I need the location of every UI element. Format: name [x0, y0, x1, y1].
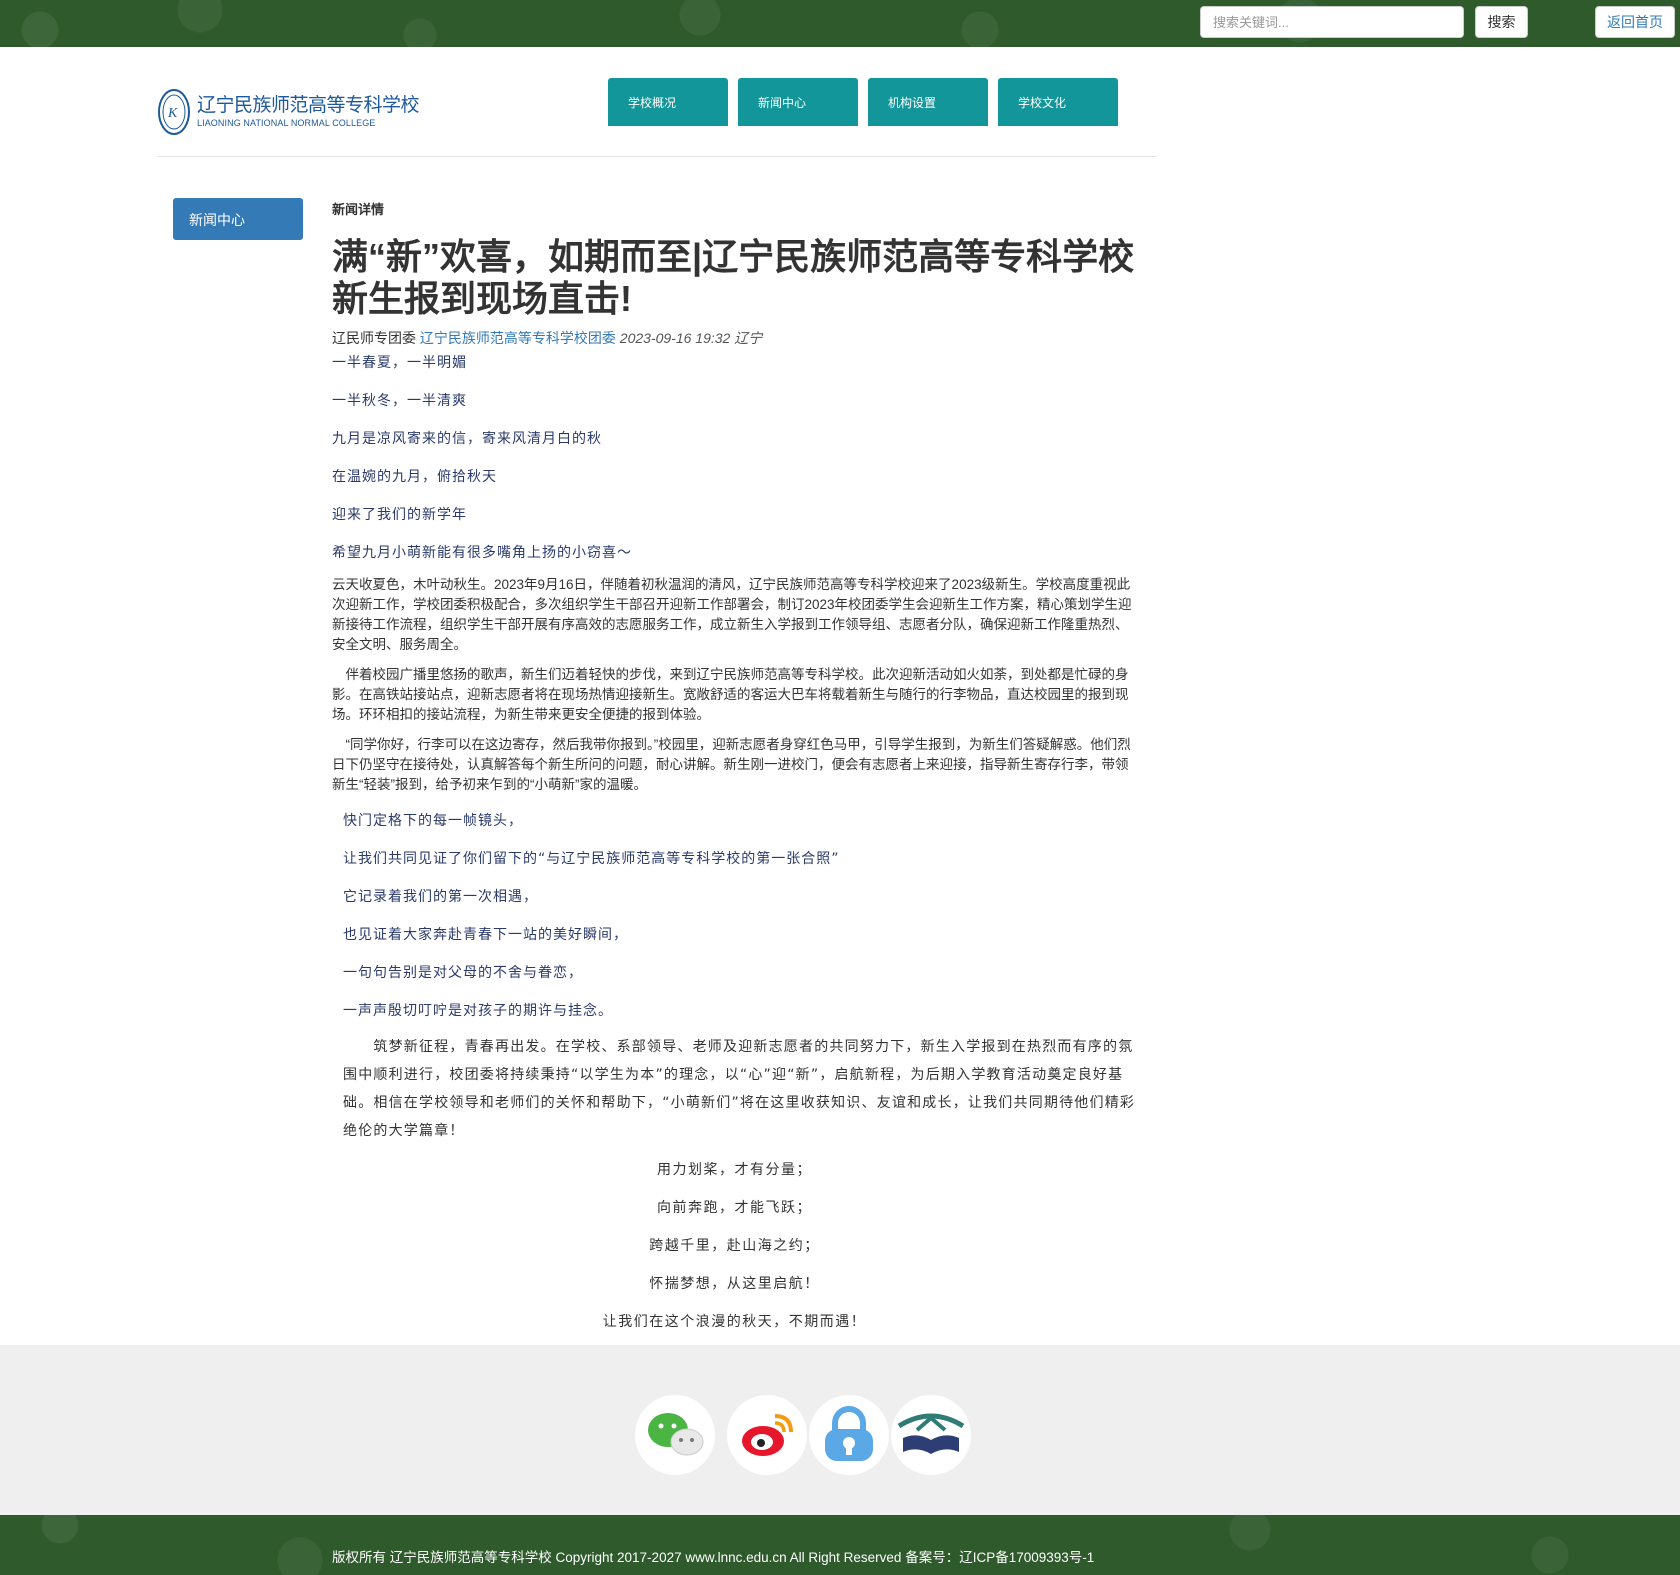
logo-english-name: LIAONING NATIONAL NORMAL COLLEGE	[197, 118, 376, 128]
article-meta: 辽民师专团委 辽宁民族师范高等专科学校团委 2023-09-16 19:32 辽…	[332, 328, 762, 348]
article-title: 满“新”欢喜，如期而至|辽宁民族师范高等专科学校新生报到现场直击!	[332, 236, 1135, 319]
top-bar: 搜索 返回首页	[0, 0, 1680, 47]
weibo-icon[interactable]	[727, 1395, 807, 1475]
quote-line: 一声声殷切叮咛是对孩子的期许与挂念。	[343, 1003, 613, 1019]
meta-source-link[interactable]: 辽宁民族师范高等专科学校团委	[420, 330, 616, 346]
quote-line: 一句句告别是对父母的不舍与眷恋，	[343, 965, 583, 981]
nav-item-news-center[interactable]: 新闻中心	[738, 78, 858, 126]
school-emblem-icon: K	[158, 89, 190, 135]
search-button[interactable]: 搜索	[1475, 6, 1528, 38]
nav-item-organization[interactable]: 机构设置	[868, 78, 988, 126]
closing-line: 怀揣梦想，从这里启航！	[649, 1276, 820, 1292]
intro-line: 九月是凉风寄来的信，寄来风清月白的秋	[332, 431, 602, 447]
sidebar-item-news-center[interactable]: 新闻中心	[173, 198, 303, 240]
intro-line: 一半春夏，一半明媚	[332, 355, 467, 371]
meta-time: 2023-09-16 19:32 辽宁	[619, 330, 763, 346]
footer-bar	[0, 1515, 1680, 1575]
closing-paragraph: 筑梦新征程，青春再出发。在学校、系部领导、老师及迎新志愿者的共同努力下，新生入学…	[343, 1039, 1136, 1139]
quote-line: 它记录着我们的第一次相遇，	[343, 889, 538, 905]
copyright-text: 版权所有 辽宁民族师范高等专科学校 Copyright 2017-2027 ww…	[332, 1550, 1095, 1565]
closing-line: 跨越千里，赴山海之约；	[649, 1238, 820, 1254]
lock-icon[interactable]	[809, 1395, 889, 1475]
book-icon[interactable]	[891, 1395, 971, 1475]
nav-item-school-culture[interactable]: 学校文化	[998, 78, 1118, 126]
main-nav: 学校概况 新闻中心 机构设置 学校文化	[608, 78, 1118, 126]
nav-item-school-overview[interactable]: 学校概况	[608, 78, 728, 126]
closing-line: 向前奔跑，才能飞跃；	[657, 1200, 812, 1216]
closing-line: 让我们在这个浪漫的秋天，不期而遇！	[602, 1314, 867, 1330]
intro-line: 在温婉的九月，俯拾秋天	[332, 469, 497, 485]
header-divider	[157, 156, 1157, 157]
quote-line: 也见证着大家奔赴青春下一站的美好瞬间，	[343, 927, 628, 943]
intro-line: 希望九月小萌新能有很多嘴角上扬的小窃喜～	[332, 545, 632, 561]
search-input[interactable]	[1200, 6, 1464, 38]
closing-line: 用力划桨，才有分量；	[657, 1162, 812, 1178]
logo-chinese-name: 辽宁民族师范高等专科学校	[197, 95, 420, 116]
breadcrumb: 新闻详情	[332, 202, 385, 217]
article-paragraph: 伴着校园广播里悠扬的歌声，新生们迈着轻快的步伐，来到辽宁民族师范高等专科学校。此…	[332, 667, 1129, 722]
quote-line: 让我们共同见证了你们留下的“与辽宁民族师范高等专科学校的第一张合照”	[343, 851, 840, 867]
intro-line: 迎来了我们的新学年	[332, 507, 467, 523]
svg-text:K: K	[167, 106, 178, 121]
wechat-icon[interactable]	[635, 1395, 715, 1475]
article-paragraph: “同学你好，行李可以在这边寄存，然后我带你报到。”校园里，迎新志愿者身穿红色马甲…	[332, 737, 1131, 792]
quote-line: 快门定格下的每一帧镜头，	[343, 813, 523, 829]
home-button[interactable]: 返回首页	[1595, 6, 1675, 38]
article-paragraph: 云天收夏色，木叶动秋生。2023年9月16日，伴随着初秋温润的清风，辽宁民族师范…	[332, 577, 1132, 652]
meta-source: 辽民师专团委	[332, 330, 416, 346]
school-logo[interactable]: K 辽宁民族师范高等专科学校 LIAONING NATIONAL NORMAL …	[157, 86, 420, 138]
intro-line: 一半秋冬，一半清爽	[332, 393, 467, 409]
